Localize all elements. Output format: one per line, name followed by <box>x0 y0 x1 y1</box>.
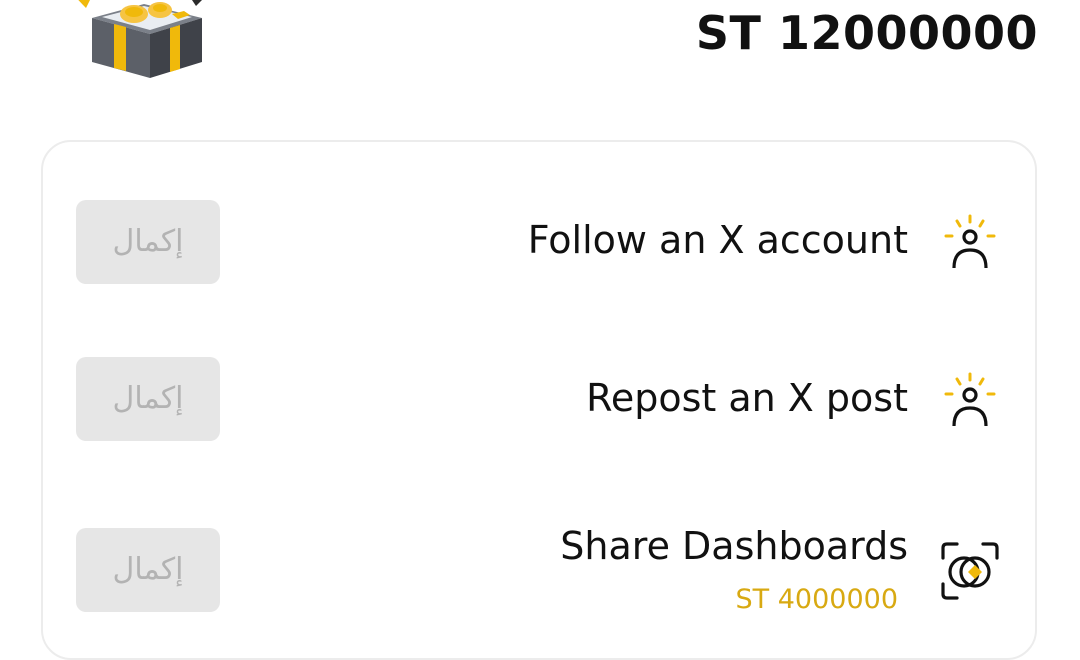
task-reward: ST 4000000 <box>735 584 898 615</box>
gift-box-icon <box>78 0 202 78</box>
balance-amount: ST 12000000 <box>695 6 1038 60</box>
tasks-card: إكمال Follow an X account إكمال Repost a… <box>41 140 1037 660</box>
user-sparkle-icon <box>944 214 996 269</box>
user-sparkle-icon <box>944 372 996 427</box>
complete-button[interactable]: إكمال <box>76 528 220 612</box>
complete-button[interactable]: إكمال <box>76 357 220 441</box>
task-title: Repost an X post <box>586 376 908 420</box>
share-coin-icon <box>941 542 999 600</box>
complete-button[interactable]: إكمال <box>76 200 220 284</box>
task-title: Follow an X account <box>527 218 908 262</box>
task-title: Share Dashboards <box>560 524 908 568</box>
